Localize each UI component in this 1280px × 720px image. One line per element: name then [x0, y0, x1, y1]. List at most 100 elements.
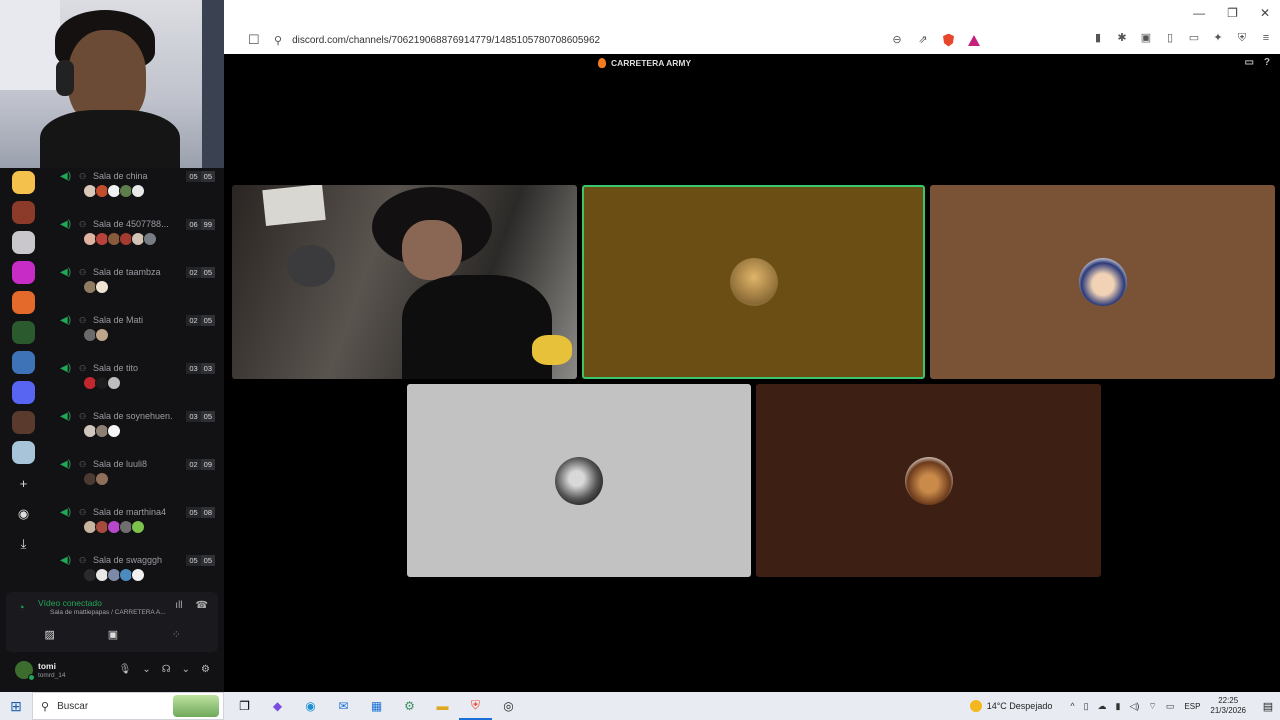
server-icon[interactable]: [12, 231, 35, 254]
wifi-icon[interactable]: ⌔: [1148, 701, 1156, 712]
avatar[interactable]: [107, 424, 121, 438]
extensions-icon[interactable]: ✱: [1116, 32, 1128, 44]
voice-channel[interactable]: ◀) ⚇ Sala de soynehuen. 03 05: [52, 410, 218, 458]
voice-channel-name: Sala de Mati: [93, 315, 144, 325]
voice-channel-name: Sala de taambza: [93, 267, 161, 277]
site-settings-icon[interactable]: ⚲: [274, 34, 282, 47]
voice-channel[interactable]: ◀) ⚇ Sala de Mati 02 05: [52, 314, 218, 362]
clock[interactable]: 22:25 21/3/2026: [1210, 696, 1246, 716]
user-limit-icon: ⚇: [79, 412, 87, 421]
phone-link-icon[interactable]: ▯: [1084, 701, 1089, 712]
activities-icon[interactable]: ⁘: [156, 626, 196, 644]
task-view-icon[interactable]: ❐: [228, 692, 261, 720]
close-button[interactable]: ✕: [1260, 6, 1270, 20]
microphone-icon[interactable]: 🎙︎: [119, 664, 132, 675]
start-button[interactable]: ⊞: [0, 698, 32, 715]
outlook-icon[interactable]: ✉: [327, 692, 360, 720]
download-icon[interactable]: ⤓: [12, 532, 35, 555]
server-icon[interactable]: [12, 291, 35, 314]
server-icon[interactable]: [12, 321, 35, 344]
menu-icon[interactable]: ≡: [1260, 32, 1272, 44]
voice-channel[interactable]: ◀) ⚇ Sala de 4507788... 06 99: [52, 218, 218, 266]
voice-channel[interactable]: ◀) ⚇ Sala de luuli8 02 09: [52, 458, 218, 506]
avatar[interactable]: [131, 184, 145, 198]
chevron-down-icon[interactable]: ⌄: [142, 664, 150, 675]
brave-shields-icon[interactable]: [943, 33, 954, 47]
inbox-icon[interactable]: ▭: [1244, 57, 1253, 68]
volume-icon[interactable]: ◁): [1129, 701, 1139, 712]
voice-channel[interactable]: ◀) ⚇ Sala de taambza 02 05: [52, 266, 218, 314]
cloud-icon[interactable]: ☁: [1098, 701, 1107, 712]
voice-channel[interactable]: ◀) ⚇ Sala de tito 03 03: [52, 362, 218, 410]
document-icon[interactable]: ▮: [1092, 32, 1104, 44]
leo-ai-icon[interactable]: ✦: [1212, 32, 1224, 44]
edge-icon[interactable]: ◉: [294, 692, 327, 720]
camera-off-icon[interactable]: ▨: [30, 626, 70, 644]
noise-suppression-icon[interactable]: ıll: [175, 600, 182, 611]
copilot-icon[interactable]: ◆: [261, 692, 294, 720]
minimize-button[interactable]: —: [1193, 6, 1205, 20]
add-server-icon[interactable]: +: [12, 472, 35, 495]
server-icon[interactable]: [12, 351, 35, 374]
voice-channel-name: Sala de luuli8: [93, 459, 148, 469]
avatar[interactable]: [131, 568, 145, 582]
chevron-down-icon[interactable]: ⌄: [182, 664, 190, 675]
discover-icon[interactable]: ◉: [12, 502, 35, 525]
avatar[interactable]: [143, 232, 157, 246]
disconnect-icon[interactable]: ☎: [196, 600, 208, 611]
brave-browser-icon[interactable]: ⛨: [459, 692, 492, 720]
headphones-icon[interactable]: ☊: [162, 664, 171, 675]
avatar[interactable]: [95, 280, 109, 294]
username[interactable]: tomi: [38, 661, 56, 671]
screenshot-icon[interactable]: ▣: [1140, 32, 1152, 44]
server-icon[interactable]: [12, 201, 35, 224]
gear-icon[interactable]: ⚙: [201, 664, 210, 675]
video-tile-camera[interactable]: [232, 185, 577, 379]
server-icon[interactable]: [12, 171, 35, 194]
user-count-current: 02: [186, 315, 201, 326]
voice-channel-path[interactable]: Sala de mattiepapas / CARRETERA A...: [50, 609, 168, 616]
avatar[interactable]: [95, 472, 109, 486]
video-tile[interactable]: [930, 185, 1275, 379]
server-icon[interactable]: [12, 441, 35, 464]
file-explorer-icon[interactable]: ▬: [426, 692, 459, 720]
obs-icon[interactable]: ◎: [492, 692, 525, 720]
bookmark-icon[interactable]: ☐: [248, 32, 262, 48]
server-icon[interactable]: [12, 411, 35, 434]
avatar[interactable]: [131, 520, 145, 534]
voice-channel[interactable]: ◀) ⚇ Sala de marthina4 05 08: [52, 506, 218, 554]
settings-app-icon[interactable]: ⚙: [393, 692, 426, 720]
chevron-up-icon[interactable]: ^: [1070, 701, 1074, 712]
webcam-background-wall: [202, 0, 224, 168]
signal-icon[interactable]: ◔: [18, 602, 25, 614]
video-tile[interactable]: [756, 384, 1101, 577]
url-field[interactable]: discord.com/channels/706219068876914779/…: [292, 35, 891, 46]
zoom-icon[interactable]: ⊖: [891, 34, 903, 46]
avatar: [555, 456, 603, 505]
weather-widget[interactable]: 14°C Despejado: [969, 700, 1052, 712]
restore-button[interactable]: ❐: [1227, 6, 1238, 20]
notification-icon[interactable]: ▤: [1256, 700, 1280, 713]
battery-icon[interactable]: ▭: [1166, 701, 1175, 712]
server-icon[interactable]: [12, 381, 35, 404]
server-icon[interactable]: [12, 261, 35, 284]
help-icon[interactable]: ?: [1264, 57, 1270, 68]
language-indicator[interactable]: ESP: [1184, 702, 1200, 711]
store-icon[interactable]: ▦: [360, 692, 393, 720]
screen-share-icon[interactable]: ▣: [93, 626, 133, 644]
vpn-icon[interactable]: ⛨: [1236, 32, 1248, 44]
avatar[interactable]: [107, 376, 121, 390]
voice-channel[interactable]: ◀) ⚇ Sala de china 05 05: [52, 170, 218, 218]
taskbar-search[interactable]: ⚲ Buscar: [32, 692, 224, 720]
voice-channel-name: Sala de china: [93, 171, 148, 181]
brave-rewards-icon[interactable]: [968, 34, 980, 46]
mic-tray-icon[interactable]: ▮: [1116, 701, 1121, 712]
topbar-actions: ▭ ?: [1244, 57, 1270, 68]
video-tile-speaking[interactable]: [582, 185, 925, 379]
wallet-icon[interactable]: ▭: [1188, 32, 1200, 44]
voice-status[interactable]: Vídeo conectado: [38, 598, 102, 608]
share-icon[interactable]: ⇗: [917, 34, 929, 46]
video-tile[interactable]: [407, 384, 751, 577]
avatar[interactable]: [95, 328, 109, 342]
sidebar-icon[interactable]: ▯: [1164, 32, 1176, 44]
